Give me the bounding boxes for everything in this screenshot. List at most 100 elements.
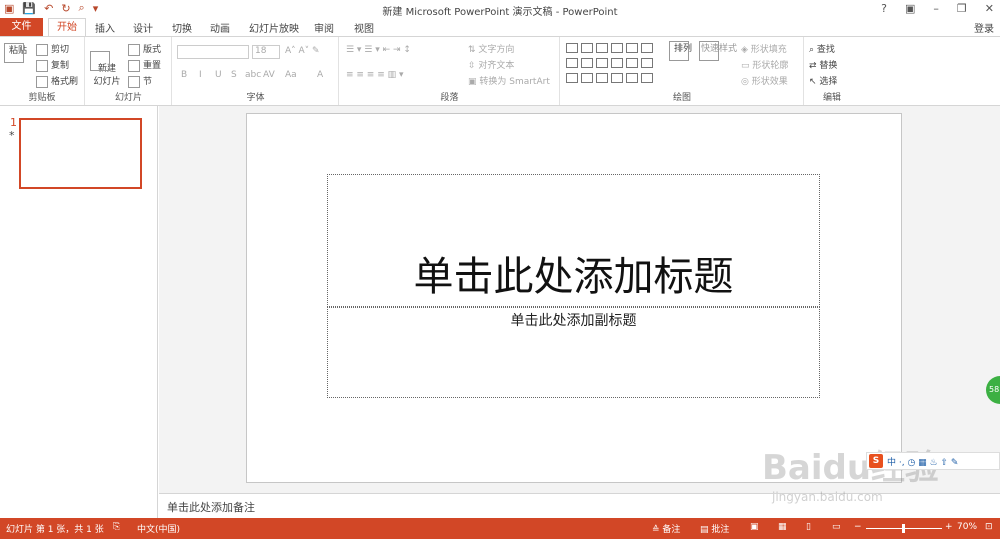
shape-outline-button[interactable]: ▭ 形状轮廓 — [741, 58, 788, 71]
vertical-textbox-icon[interactable] — [596, 43, 608, 53]
new-slide-button[interactable]: 新建 幻灯片 — [90, 41, 124, 87]
align-buttons-icon[interactable]: ≡ ≡ ≡ ≡ ▥ ▾ — [346, 70, 404, 80]
right-arrow-icon[interactable] — [641, 58, 653, 68]
tab-view[interactable]: 视图 — [354, 20, 374, 35]
status-bar: 幻灯片 第 1 张，共 1 张 ⎘ 中文(中国) ≙ 备注 ▤ 批注 ▣ ▦ ▯… — [0, 518, 1000, 539]
slide-thumbnail[interactable] — [19, 118, 142, 189]
zoom-in-icon[interactable]: + — [945, 522, 953, 532]
paste-button[interactable]: 粘贴 — [4, 43, 32, 63]
slide-canvas[interactable]: 单击此处添加标题 单击此处添加副标题 — [246, 113, 902, 483]
triangle-icon[interactable] — [596, 58, 608, 68]
tab-animations[interactable]: 动画 — [210, 20, 230, 35]
section-button[interactable]: 节 — [128, 74, 152, 88]
strikethrough-button[interactable]: abc — [245, 70, 261, 80]
arrow-line-icon[interactable] — [626, 43, 638, 53]
change-case-button[interactable]: Aa — [285, 70, 297, 80]
find-button[interactable]: ⌕ 查找 — [809, 42, 835, 55]
restore-button[interactable]: ❐ — [957, 2, 967, 15]
subtitle-placeholder[interactable]: 单击此处添加副标题 — [327, 307, 820, 398]
italic-button[interactable]: I — [199, 70, 202, 80]
drawing-group-label: 绘图 — [672, 93, 691, 103]
arc-icon[interactable] — [596, 73, 608, 83]
tab-insert[interactable]: 插入 — [95, 20, 115, 35]
tab-home[interactable]: 开始 — [48, 18, 86, 37]
copy-button[interactable]: 复制 — [36, 58, 69, 72]
layout-button[interactable]: 版式 — [128, 42, 161, 56]
quick-styles-button[interactable]: 快速样式 — [699, 41, 739, 61]
paste-icon — [4, 43, 24, 63]
textbox-icon[interactable] — [581, 43, 593, 53]
line-icon[interactable] — [611, 43, 623, 53]
grow-font-icon[interactable]: A˄ A˅ ✎ — [285, 46, 320, 56]
slide-number: 1 — [10, 116, 17, 129]
zoom-level[interactable]: 70% — [957, 522, 977, 532]
curved-connector-icon[interactable] — [626, 58, 638, 68]
ribbon-display-options-button[interactable]: ▣ — [905, 2, 915, 15]
shape-fill-button[interactable]: ◈ 形状填充 — [741, 42, 787, 55]
reset-button[interactable]: 重置 — [128, 58, 161, 72]
ime-toolbar-icons[interactable]: 中 ·, ◷ ▦ ♨ ⇧ ✎ — [887, 455, 958, 468]
shadow-button[interactable]: S — [231, 70, 237, 80]
elbow-connector-icon[interactable] — [611, 58, 623, 68]
minimize-button[interactable]: – — [933, 2, 939, 15]
language-indicator[interactable]: 中文(中国) — [137, 522, 180, 535]
help-button[interactable]: ? — [881, 2, 887, 15]
parallelogram-icon[interactable] — [566, 73, 578, 83]
replace-button[interactable]: ⇄ 替换 — [809, 58, 837, 71]
font-color-button[interactable]: A — [317, 70, 323, 80]
text-direction-button[interactable]: ⇅ 文字方向 — [468, 42, 514, 55]
font-name-select[interactable] — [177, 45, 249, 59]
scissors-icon — [36, 43, 48, 56]
sogou-logo-icon[interactable]: S — [869, 454, 883, 468]
notes-button[interactable]: ≙ 备注 — [652, 522, 680, 535]
bold-button[interactable]: B — [181, 70, 187, 80]
clipboard-group-label: 剪贴板 — [28, 93, 56, 103]
tab-slide-show[interactable]: 幻灯片放映 — [249, 20, 299, 35]
title-placeholder[interactable]: 单击此处添加标题 — [327, 174, 820, 307]
zoom-out-icon[interactable]: − — [854, 522, 862, 532]
rectangle-icon[interactable] — [641, 43, 653, 53]
comments-button[interactable]: ▤ 批注 — [700, 522, 729, 535]
sign-in-link[interactable]: 登录 — [974, 20, 994, 35]
shape-effects-button[interactable]: ◎ 形状效果 — [741, 74, 788, 87]
bullets-icon[interactable]: ☰ ▾ ☰ ▾ ⇤ ⇥ ↕ — [346, 45, 411, 55]
zoom-slider-thumb[interactable] — [902, 524, 905, 533]
arrange-button[interactable]: 排列 — [669, 41, 697, 61]
close-button[interactable]: ✕ — [985, 2, 994, 15]
tab-design[interactable]: 设计 — [133, 20, 153, 35]
slide-sorter-icon[interactable]: ▦ — [778, 522, 787, 532]
select-button[interactable]: ↖ 选择 — [809, 74, 837, 87]
bracket-icon[interactable] — [611, 73, 623, 83]
align-text-button[interactable]: ⇳ 对齐文本 — [468, 58, 514, 71]
rounded-rect-icon[interactable] — [566, 43, 578, 53]
window-title: 新建 Microsoft PowerPoint 演示文稿 - PowerPoin… — [382, 7, 618, 18]
tab-file[interactable]: 文件 — [0, 18, 43, 36]
font-group-label: 字体 — [246, 93, 265, 103]
tab-review[interactable]: 审阅 — [314, 20, 334, 35]
tab-transitions[interactable]: 切换 — [172, 20, 192, 35]
font-size-select[interactable]: 18 — [252, 45, 280, 59]
baidu-watermark-url: jingyan.baidu.com — [772, 490, 883, 504]
underline-button[interactable]: U — [215, 70, 222, 80]
format-painter-button[interactable]: 格式刷 — [36, 74, 78, 88]
cut-button[interactable]: 剪切 — [36, 42, 69, 56]
reading-view-icon[interactable]: ▯ — [806, 522, 811, 532]
spelling-icon[interactable]: ⎘ — [113, 522, 120, 532]
brace-icon[interactable] — [626, 73, 638, 83]
star-icon[interactable] — [641, 73, 653, 83]
ime-toolbar[interactable]: S 中 ·, ◷ ▦ ♨ ⇧ ✎ — [866, 452, 1000, 470]
shapes-gallery[interactable] — [565, 42, 655, 87]
copy-icon — [36, 59, 48, 72]
normal-view-icon[interactable]: ▣ — [750, 522, 759, 532]
layout-icon — [128, 43, 140, 56]
comment-icon: ▤ — [700, 525, 712, 535]
arrange-icon — [669, 41, 689, 61]
fit-slide-icon[interactable]: ⊡ — [985, 522, 993, 532]
char-spacing-button[interactable]: AV — [263, 70, 275, 80]
oval-icon[interactable] — [566, 58, 578, 68]
freeform-icon[interactable] — [581, 73, 593, 83]
slideshow-view-icon[interactable]: ▭ — [832, 522, 841, 532]
convert-smartart-button[interactable]: ▣ 转换为 SmartArt — [468, 74, 550, 87]
slides-pane: 1 * — [0, 106, 158, 518]
rect-shape-icon[interactable] — [581, 58, 593, 68]
